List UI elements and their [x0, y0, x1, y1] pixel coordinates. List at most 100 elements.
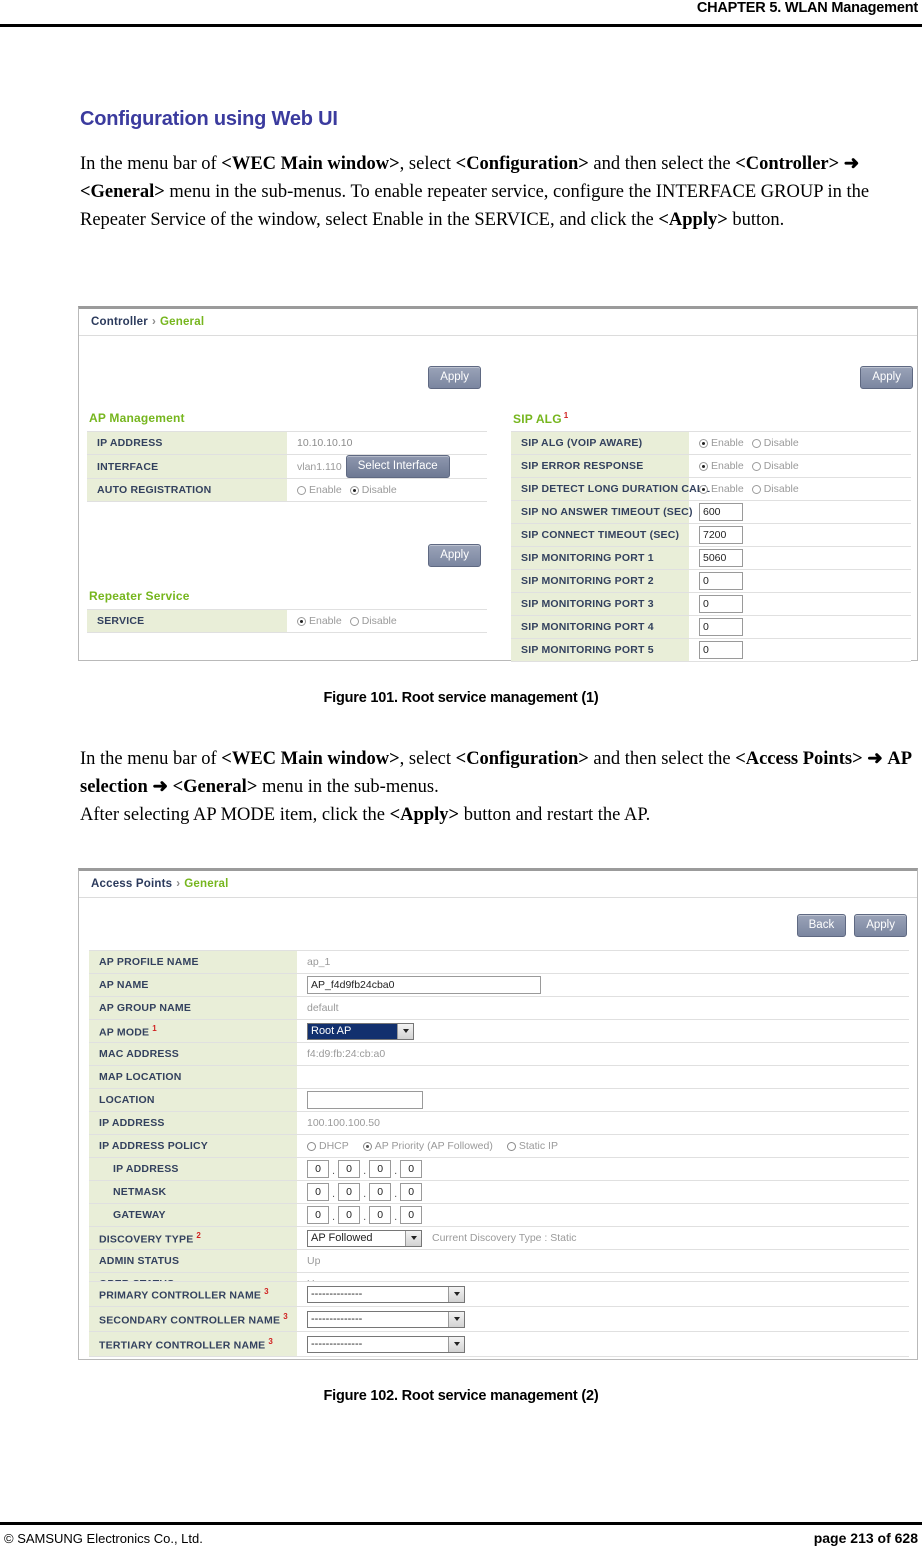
radio-sip-1-disable[interactable]: Disable [751, 460, 799, 472]
ap-management-table: IP ADDRESS 10.10.10.10 INTERFACE vlan1.1… [87, 431, 487, 502]
row-label: MAP LOCATION [89, 1065, 297, 1089]
row-label: NETMASK [89, 1180, 297, 1204]
breadcrumb-separator-icon: › [151, 316, 156, 328]
gateway-11-octet-3[interactable]: 0 [369, 1206, 392, 1224]
discovery-type-note: Current Discovery Type : Static [432, 1231, 577, 1244]
secondary-controller-name-select[interactable]: -------------- [307, 1310, 465, 1328]
row-label: SIP NO ANSWER TIMEOUT (SEC) [511, 500, 692, 524]
sip-input-5[interactable]: 5060 [699, 549, 743, 567]
radio-auto-registration-disable[interactable]: Disable [349, 484, 397, 496]
chevron-down-icon[interactable] [448, 1336, 464, 1352]
apply-button-right[interactable]: Apply [860, 366, 913, 389]
ap-name-input[interactable]: AP_f4d9fb24cba0 [307, 976, 541, 994]
radio-service-enable[interactable]: Enable [297, 615, 342, 627]
back-button[interactable]: Back [796, 914, 847, 937]
octet-separator: . [332, 1211, 336, 1223]
row-label: SIP MONITORING PORT 5 [511, 638, 689, 662]
netmask-10-octet-4[interactable]: 0 [400, 1183, 423, 1201]
chapter-title: CHAPTER 5. WLAN Management [696, 0, 918, 16]
row-label: SIP MONITORING PORT 4 [511, 615, 689, 639]
ip-address-9-octet-3[interactable]: 0 [369, 1160, 392, 1178]
figure1-panel: Controller › General Apply AP Management I… [78, 306, 918, 662]
discovery-type-select[interactable]: AP Followed [307, 1229, 422, 1247]
breadcrumb-root[interactable]: Controller [91, 316, 148, 328]
row-label: SIP MONITORING PORT 3 [511, 592, 689, 616]
chevron-down-icon[interactable] [397, 1023, 413, 1039]
ip-address-9-octet-2[interactable]: 0 [338, 1160, 361, 1178]
radio-dot-icon [699, 438, 708, 448]
location-input[interactable] [307, 1091, 423, 1109]
radio-dot-icon [362, 1141, 372, 1151]
apply-button-left-top[interactable]: Apply [428, 366, 481, 389]
chevron-down-icon[interactable] [448, 1286, 464, 1302]
gateway-11-octet-2[interactable]: 0 [338, 1206, 361, 1224]
chevron-down-icon[interactable] [405, 1230, 421, 1246]
netmask-10-octet-2[interactable]: 0 [338, 1183, 361, 1201]
radio-ip-address-policy-static-ip[interactable]: Static IP [506, 1140, 558, 1152]
sip-input-6[interactable]: 0 [699, 572, 743, 590]
row-label: SERVICE [87, 609, 287, 633]
figure2-caption: Figure 102. Root service management (2) [323, 1388, 599, 1404]
radio-ip-address-policy-dhcp[interactable]: DHCP [307, 1140, 349, 1152]
tertiary-controller-name-select[interactable]: -------------- [307, 1335, 465, 1353]
sip-input-8[interactable]: 0 [699, 618, 743, 636]
footer-divider [0, 1522, 922, 1525]
gateway-11-octet-1[interactable]: 0 [307, 1206, 329, 1224]
sip-input-3[interactable]: 600 [699, 503, 743, 521]
ap-general-table: AP PROFILE NAME ap_1 AP NAME AP_f4d9fb24cba… [89, 950, 909, 1296]
table-row: IP ADDRESS 10.10.10.10 [87, 431, 487, 455]
row-value: 0.0.0.0 [297, 1203, 909, 1227]
radio-sip-0-enable[interactable]: Enable [699, 437, 744, 449]
gateway-11-octet-4[interactable]: 0 [400, 1206, 423, 1224]
row-label: LOCATION [89, 1088, 297, 1112]
radio-sip-2-enable[interactable]: Enable [699, 483, 744, 495]
row-value: -------------- [297, 1306, 909, 1332]
apply-button-left-bottom[interactable]: Apply [428, 544, 481, 567]
radio-ip-address-policy-ap-priority-ap-followed[interactable]: AP Priority (AP Followed) [362, 1140, 493, 1152]
table-row: IP ADDRESS 0. 0. 0. 0 [89, 1157, 909, 1181]
row-value: Enable Disable [689, 431, 911, 455]
row-label: SECONDARY CONTROLLER NAME 3 [89, 1306, 297, 1332]
row-label: IP ADDRESS [87, 431, 287, 455]
apply-button[interactable]: Apply [854, 914, 907, 937]
octet-separator: . [394, 1188, 398, 1200]
sip-input-7[interactable]: 0 [699, 595, 743, 613]
interface-value: vlan1.110 [297, 460, 342, 473]
radio-sip-2-disable[interactable]: Disable [751, 483, 799, 495]
radio-service-disable[interactable]: Disable [349, 615, 397, 627]
netmask-10-octet-3[interactable]: 0 [369, 1183, 392, 1201]
radio-sip-0-disable[interactable]: Disable [751, 437, 799, 449]
radio-auto-registration-enable[interactable]: Enable [297, 484, 342, 496]
row-label: INTERFACE [87, 454, 287, 479]
radio-dot-icon [699, 484, 708, 494]
ap-mode-select[interactable]: Root AP [307, 1022, 414, 1040]
mac-address-value: f4:d9:fb:24:cb:a0 [307, 1048, 386, 1060]
table-row: SIP ALG (VOIP AWARE) Enable Disable [511, 431, 911, 455]
row-label: IP ADDRESS POLICY [89, 1134, 297, 1158]
ip-address-9-octet-4[interactable]: 0 [400, 1160, 423, 1178]
table-row: MAC ADDRESS f4:d9:fb:24:cb:a0 [89, 1042, 909, 1066]
table-row: SIP MONITORING PORT 4 0 [511, 615, 911, 639]
octet-separator: . [363, 1211, 367, 1223]
radio-sip-1-enable[interactable]: Enable [699, 460, 744, 472]
row-value: 0 [689, 615, 911, 639]
breadcrumb-root[interactable]: Access Points [91, 878, 172, 890]
chevron-down-icon[interactable] [448, 1311, 464, 1327]
primary-controller-name-select[interactable]: -------------- [307, 1285, 465, 1303]
radio-dot-icon [349, 485, 359, 495]
sip-input-4[interactable]: 7200 [699, 526, 743, 544]
table-row: SIP DETECT LONG DURATION CALL Enable Disab… [511, 477, 911, 501]
figure1-caption: Figure 101. Root service management (1) [323, 690, 599, 706]
row-label: MAC ADDRESS [89, 1042, 297, 1066]
breadcrumb-leaf[interactable]: General [160, 316, 204, 328]
breadcrumb-leaf[interactable]: General [184, 878, 228, 890]
row-superscript: 3 [264, 1286, 269, 1296]
radio-dot-icon [699, 461, 708, 471]
sip-input-9[interactable]: 0 [699, 641, 743, 659]
ip-address-9-octet-1[interactable]: 0 [307, 1160, 329, 1178]
netmask-10-octet-1[interactable]: 0 [307, 1183, 329, 1201]
row-label: SIP MONITORING PORT 1 [511, 546, 689, 570]
table-row: PRIMARY CONTROLLER NAME 3 -------------- [89, 1281, 909, 1307]
select-interface-button[interactable]: Select Interface [345, 455, 450, 478]
repeater-service-table: SERVICE Enable Disable [87, 609, 487, 633]
